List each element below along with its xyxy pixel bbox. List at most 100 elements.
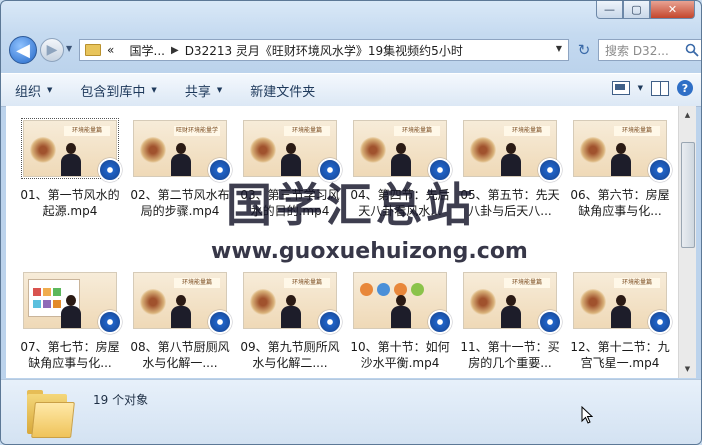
history-dropdown-icon[interactable]: ▼ (66, 44, 72, 53)
media-player-icon (648, 310, 672, 334)
view-options-dropdown-icon[interactable]: ▼ (638, 84, 643, 92)
video-thumbnail: 旺财环境能量学 (133, 120, 232, 182)
refresh-button[interactable]: ↻ (573, 39, 595, 61)
path-overflow[interactable]: « (107, 43, 114, 57)
file-item[interactable]: 环境能量篇 08、第八节厨厕风水与化解一.... (125, 270, 235, 378)
chevron-down-icon: ▼ (216, 86, 223, 94)
chevron-down-icon: ▼ (47, 86, 53, 94)
presenter-figure (500, 295, 522, 328)
media-player-icon (648, 158, 672, 182)
breadcrumb-separator-icon (120, 45, 123, 56)
new-folder-button[interactable]: 新建文件夹 (236, 81, 329, 100)
share-menu[interactable]: 共享 ▼ (171, 81, 236, 100)
scroll-up-icon[interactable]: ▲ (680, 107, 695, 123)
file-item[interactable]: 环境能量篇 12、第十二节：九宫飞星一.mp4 (565, 270, 675, 378)
new-folder-label: 新建文件夹 (250, 84, 316, 100)
file-name: 07、第七节：房屋缺角应事与化... (20, 340, 120, 370)
presenter-figure (500, 143, 522, 176)
thumbnail-title: 环境能量篇 (284, 126, 330, 136)
share-label: 共享 (184, 84, 211, 100)
change-view-icon[interactable] (611, 81, 630, 95)
folder-icon (27, 388, 75, 438)
thumbnail-title: 环境能量篇 (504, 126, 550, 136)
scroll-down-icon[interactable]: ▼ (680, 361, 695, 377)
close-button[interactable]: ✕ (650, 1, 695, 19)
maximize-button[interactable]: ▢ (623, 1, 650, 19)
file-name: 02、第二节风水布局的步骤.mp4 (130, 188, 230, 218)
file-item[interactable]: 旺财环境能量学 02、第二节风水布局的步骤.mp4 (125, 118, 235, 234)
forward-button[interactable]: ▶ (40, 38, 64, 62)
thumbnail-artwork (470, 137, 496, 163)
view-controls: ▼ ? (611, 80, 693, 96)
file-item[interactable]: 环境能量篇 01、第一节风水的起源.mp4 (15, 118, 125, 234)
breadcrumb-current[interactable]: D32213 灵月《旺财环境风水学》19集视频约5小时 (185, 42, 463, 59)
minimize-button[interactable]: — (596, 1, 623, 19)
file-item[interactable]: 10、第十节：如何沙水平衡.mp4 (345, 270, 455, 378)
back-button[interactable]: ◀ (9, 36, 37, 64)
media-player-icon (538, 158, 562, 182)
file-name: 12、第十二节：九宫飞星一.mp4 (570, 340, 670, 370)
thumbnail-title: 环境能量篇 (174, 278, 220, 288)
thumbnail-artwork (250, 289, 276, 315)
presenter-figure (60, 143, 82, 176)
media-player-icon (538, 310, 562, 334)
search-placeholder: 搜索 D32... (605, 43, 669, 58)
watermark-title: 国学汇总站 (226, 178, 476, 232)
media-player-icon (318, 310, 342, 334)
video-thumbnail: 环境能量篇 (21, 118, 122, 182)
presenter-figure (170, 295, 192, 328)
thumbnail-artwork (470, 289, 496, 315)
item-count: 19 个对象 (93, 393, 149, 407)
video-thumbnail (23, 272, 122, 334)
file-item[interactable]: 环境能量篇 09、第九节厕所风水与化解二.... (235, 270, 345, 378)
file-item[interactable]: 07、第七节：房屋缺角应事与化... (15, 270, 125, 378)
file-item[interactable]: 环境能量篇 11、第十一节：买房的几个重要... (455, 270, 565, 378)
thumbnail-title: 环境能量篇 (614, 278, 660, 288)
thumbnail-title: 环境能量篇 (614, 126, 660, 136)
caption-buttons: — ▢ ✕ (596, 1, 695, 19)
file-name: 09、第九节厕所风水与化解二.... (240, 340, 340, 370)
scrollbar-thumb[interactable] (681, 142, 695, 248)
presenter-figure (610, 295, 632, 328)
thumbnail-artwork (360, 137, 386, 163)
thumbnail-title: 环境能量篇 (284, 278, 330, 288)
breadcrumb-parent[interactable]: 国学... (130, 42, 165, 59)
command-bar: 组织 ▼ 包含到库中 ▼ 共享 ▼ 新建文件夹 ▼ ? (1, 73, 701, 107)
video-thumbnail: 环境能量篇 (573, 120, 672, 182)
include-in-library-menu[interactable]: 包含到库中 ▼ (66, 81, 170, 100)
help-icon[interactable]: ? (677, 80, 693, 96)
address-dropdown-icon[interactable]: ▼ (556, 44, 562, 53)
video-thumbnail: 环境能量篇 (463, 272, 562, 334)
organize-menu[interactable]: 组织 ▼ (1, 81, 66, 100)
thumbnail-title: 旺财环境能量学 (174, 126, 220, 136)
search-input[interactable]: 搜索 D32... (598, 39, 701, 61)
file-name: 06、第六节：房屋缺角应事与化... (570, 188, 670, 218)
file-name: 08、第八节厨厕风水与化解一.... (130, 340, 230, 370)
video-thumbnail: 环境能量篇 (463, 120, 562, 182)
forward-arrow-icon: ▶ (46, 42, 58, 58)
include-in-library-label: 包含到库中 (80, 84, 146, 100)
presenter-figure (60, 295, 82, 328)
vertical-scrollbar[interactable]: ▲ ▼ (678, 106, 696, 378)
thumbnail-artwork (140, 137, 166, 163)
thumbnail-artwork (250, 137, 276, 163)
presenter-figure (390, 295, 412, 328)
file-name: 11、第十一节：买房的几个重要... (460, 340, 560, 370)
breadcrumb-separator-icon[interactable]: ▶ (171, 45, 179, 56)
address-bar[interactable]: « 国学... ▶ D32213 灵月《旺财环境风水学》19集视频约5小时 ▼ (79, 39, 569, 61)
video-thumbnail: 环境能量篇 (573, 272, 672, 334)
navigation-bar: ◀ ▶ ▼ « 国学... ▶ D32213 灵月《旺财环境风水学》19集视频约… (9, 35, 701, 65)
preview-pane-icon[interactable] (651, 80, 669, 96)
thumbnail-artwork (580, 289, 606, 315)
thumbnail-title: 环境能量篇 (394, 126, 440, 136)
details-pane: 19 个对象 (1, 379, 701, 444)
video-thumbnail: 环境能量篇 (133, 272, 232, 334)
thumbnail-title: 环境能量篇 (504, 278, 550, 288)
file-name: 10、第十节：如何沙水平衡.mp4 (350, 340, 450, 370)
refresh-icon: ↻ (577, 41, 591, 59)
media-player-icon (98, 310, 122, 334)
thumbnail-title: 环境能量篇 (64, 126, 110, 136)
back-arrow-icon: ◀ (16, 39, 30, 61)
file-item[interactable]: 环境能量篇 06、第六节：房屋缺角应事与化... (565, 118, 675, 234)
thumbnail-artwork (30, 137, 56, 163)
